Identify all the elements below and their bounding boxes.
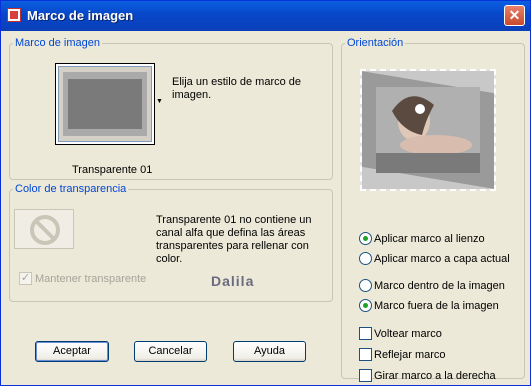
- frame-inside-label: Marco dentro de la imagen: [374, 280, 505, 292]
- transparency-message: Transparente 01 no contiene un canal alf…: [156, 214, 312, 265]
- title-bar[interactable]: Marco de imagen ✕: [1, 1, 530, 31]
- frame-outside-radio[interactable]: [359, 299, 372, 312]
- frame-thumbnail: [58, 66, 152, 142]
- transparency-color-swatch: [14, 209, 74, 249]
- close-button[interactable]: ✕: [504, 5, 525, 26]
- watermark: Dalila: [211, 273, 255, 289]
- transparency-group-legend: Color de transparencia: [15, 183, 127, 195]
- frame-group-legend: Marco de imagen: [15, 37, 100, 49]
- frame-inside-radio[interactable]: [359, 279, 372, 292]
- frame-preview: [360, 69, 496, 191]
- mirror-label: Reflejar marco: [374, 349, 446, 361]
- selected-frame-name: Transparente 01: [72, 164, 153, 176]
- rotate-checkbox[interactable]: [359, 369, 372, 382]
- frame-style-picker[interactable]: [55, 63, 155, 145]
- apply-layer-radio[interactable]: [359, 252, 372, 265]
- apply-canvas-label: Aplicar marco al lienzo: [374, 233, 485, 245]
- app-icon: [7, 8, 21, 22]
- orientation-group-legend: Orientación: [347, 37, 404, 49]
- frame-group: Marco de imagen ▼ Elija un estilo de mar…: [9, 37, 333, 180]
- orientation-group: Orientación Aplicar marco al lienzo Apli…: [341, 37, 525, 382]
- frame-outside-label: Marco fuera de la imagen: [374, 300, 499, 312]
- rotate-label: Girar marco a la derecha: [374, 370, 496, 382]
- window-title: Marco de imagen: [27, 8, 134, 23]
- dialog-window: Marco de imagen ✕ Marco de imagen ▼ Elij…: [0, 0, 531, 386]
- close-icon: ✕: [508, 7, 521, 23]
- flip-label: Voltear marco: [374, 328, 442, 340]
- help-button[interactable]: Ayuda: [233, 341, 306, 362]
- keep-transparent-label: Mantener transparente: [35, 273, 147, 285]
- mirror-checkbox[interactable]: [359, 348, 372, 361]
- ok-button[interactable]: Aceptar: [35, 341, 109, 362]
- dropdown-arrow-icon[interactable]: ▼: [156, 98, 163, 105]
- apply-canvas-radio[interactable]: [359, 232, 372, 245]
- keep-transparent-checkbox[interactable]: ✓: [19, 272, 32, 285]
- flip-checkbox[interactable]: [359, 327, 372, 340]
- frame-hint: Elija un estilo de marco de imagen.: [172, 76, 302, 101]
- no-symbol-icon: [30, 215, 60, 245]
- preview-image: [362, 71, 494, 189]
- cancel-button[interactable]: Cancelar: [134, 341, 207, 362]
- transparency-group: Color de transparencia Transparente 01 n…: [9, 183, 333, 302]
- apply-layer-label: Aplicar marco a capa actual: [374, 253, 510, 265]
